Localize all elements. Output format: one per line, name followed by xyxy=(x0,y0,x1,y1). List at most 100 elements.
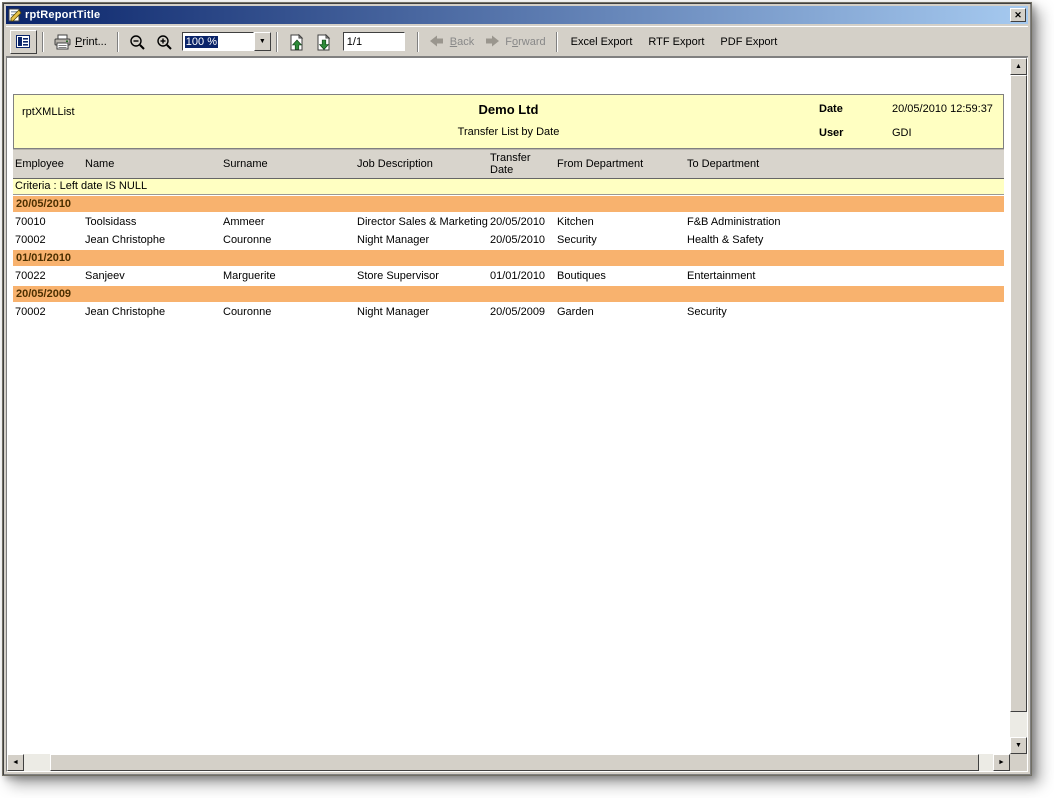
scrollbar-track[interactable] xyxy=(24,754,50,771)
table-row: 70002Jean ChristopheCouronneNight Manage… xyxy=(13,303,1004,321)
column-header: Name xyxy=(83,156,221,172)
column-header: From Department xyxy=(555,156,685,172)
zoom-in-icon xyxy=(156,34,173,50)
scrollbar-corner xyxy=(1010,754,1027,771)
table-cell: Jean Christophe xyxy=(83,303,221,321)
rtf-export-button[interactable]: RTF Export xyxy=(640,30,712,54)
table-cell: Night Manager xyxy=(355,231,488,249)
zoom-out-icon xyxy=(129,34,146,50)
back-label: Back xyxy=(450,36,474,48)
column-header: To Department xyxy=(685,156,1004,172)
table-cell: F&B Administration xyxy=(685,213,1004,231)
table-cell: Garden xyxy=(555,303,685,321)
horizontal-scrollbar-thumb[interactable] xyxy=(50,754,979,771)
toolbar-separator xyxy=(276,32,278,52)
toolbar-separator xyxy=(42,32,44,52)
page-number-input[interactable]: 1/1 xyxy=(343,32,405,51)
table-cell: Security xyxy=(685,303,1004,321)
group-header-row: 20/05/2009 xyxy=(13,286,1004,302)
toolbar-separator xyxy=(556,32,558,52)
table-cell: 20/05/2009 xyxy=(488,303,555,321)
table-cell: Night Manager xyxy=(355,303,488,321)
table-cell: 01/01/2010 xyxy=(488,267,555,285)
forward-arrow-icon xyxy=(484,34,501,50)
table-cell: Store Supervisor xyxy=(355,267,488,285)
user-label: User xyxy=(819,127,843,139)
table-cell: 70010 xyxy=(13,213,83,231)
vertical-scrollbar[interactable]: ▲ ▼ xyxy=(1010,58,1027,754)
pdf-export-button[interactable]: PDF Export xyxy=(712,30,785,54)
table-cell: Boutiques xyxy=(555,267,685,285)
table-cell: Kitchen xyxy=(555,213,685,231)
user-value: GDI xyxy=(892,127,912,139)
table-cell: Couronne xyxy=(221,303,355,321)
table-cell: Health & Safety xyxy=(685,231,1004,249)
previous-page-button[interactable] xyxy=(283,30,310,54)
close-button[interactable]: ✕ xyxy=(1010,8,1026,22)
table-cell: 20/05/2010 xyxy=(488,231,555,249)
group-header-row: 20/05/2010 xyxy=(13,196,1004,212)
criteria-row: Criteria : Left date IS NULL xyxy=(13,179,1004,195)
report-body: 20/05/201070010ToolsidassAmmeerDirector … xyxy=(13,196,1004,321)
scroll-right-button[interactable]: ► xyxy=(993,754,1010,771)
report-viewer-window: rptReportTitle ✕ xyxy=(2,2,1032,776)
title-bar: rptReportTitle ✕ xyxy=(6,6,1028,24)
back-button[interactable]: Back xyxy=(424,30,479,54)
table-cell: Toolsidass xyxy=(83,213,221,231)
zoom-in-button[interactable] xyxy=(151,30,178,54)
table-cell: 70002 xyxy=(13,231,83,249)
scroll-left-button[interactable]: ◄ xyxy=(7,754,24,771)
table-cell: Ammeer xyxy=(221,213,355,231)
page-down-icon xyxy=(315,34,332,50)
table-cell: Marguerite xyxy=(221,267,355,285)
group-tree-icon xyxy=(15,34,32,50)
column-header: Employee xyxy=(13,156,83,172)
column-header: Surname xyxy=(221,156,355,172)
table-cell: 70002 xyxy=(13,303,83,321)
column-header: Transfer Date xyxy=(488,150,555,178)
back-arrow-icon xyxy=(429,34,446,50)
print-label: Print... xyxy=(75,36,107,48)
date-value: 20/05/2010 12:59:37 xyxy=(892,103,993,115)
page-up-icon xyxy=(288,34,305,50)
window-title: rptReportTitle xyxy=(25,9,1007,21)
table-cell: 20/05/2010 xyxy=(488,213,555,231)
forward-button[interactable]: Forward xyxy=(479,30,550,54)
report-content: rptXMLList Demo Ltd Transfer List by Dat… xyxy=(13,94,1004,321)
scroll-down-button[interactable]: ▼ xyxy=(1010,737,1027,754)
forward-label: Forward xyxy=(505,36,545,48)
table-cell: Security xyxy=(555,231,685,249)
zoom-level-combobox[interactable]: 100 % ▼ xyxy=(182,32,271,51)
app-icon xyxy=(8,8,22,22)
next-page-button[interactable] xyxy=(310,30,337,54)
table-cell: Couronne xyxy=(221,231,355,249)
table-row: 70002Jean ChristopheCouronneNight Manage… xyxy=(13,231,1004,249)
toolbar-separator xyxy=(117,32,119,52)
scroll-up-button[interactable]: ▲ xyxy=(1010,58,1027,75)
zoom-level-value: 100 % xyxy=(182,32,254,51)
group-header-row: 01/01/2010 xyxy=(13,250,1004,266)
chevron-down-icon[interactable]: ▼ xyxy=(254,32,271,51)
toolbar-separator xyxy=(417,32,419,52)
column-header: Job Description xyxy=(355,156,488,172)
zoom-out-button[interactable] xyxy=(124,30,151,54)
excel-export-button[interactable]: Excel Export xyxy=(563,30,641,54)
table-row: 70010ToolsidassAmmeerDirector Sales & Ma… xyxy=(13,213,1004,231)
table-cell: 70022 xyxy=(13,267,83,285)
horizontal-scrollbar[interactable]: ◄ ► xyxy=(7,754,1010,771)
table-cell: Entertainment xyxy=(685,267,1004,285)
print-button[interactable]: Print... xyxy=(49,30,112,54)
report-preview-area: rptXMLList Demo Ltd Transfer List by Dat… xyxy=(6,57,1028,772)
table-cell: Jean Christophe xyxy=(83,231,221,249)
table-cell: Director Sales & Marketing xyxy=(355,213,488,231)
printer-icon xyxy=(54,34,71,50)
date-label: Date xyxy=(819,103,843,115)
table-cell: Sanjeev xyxy=(83,267,221,285)
report-page: rptXMLList Demo Ltd Transfer List by Dat… xyxy=(7,58,1010,754)
report-subtitle: Transfer List by Date xyxy=(14,126,1003,138)
table-row: 70022SanjeevMargueriteStore Supervisor01… xyxy=(13,267,1004,285)
group-tree-toggle-button[interactable] xyxy=(10,30,37,54)
report-header: rptXMLList Demo Ltd Transfer List by Dat… xyxy=(13,94,1004,149)
company-title: Demo Ltd xyxy=(14,102,1003,117)
vertical-scrollbar-thumb[interactable] xyxy=(1010,75,1027,712)
